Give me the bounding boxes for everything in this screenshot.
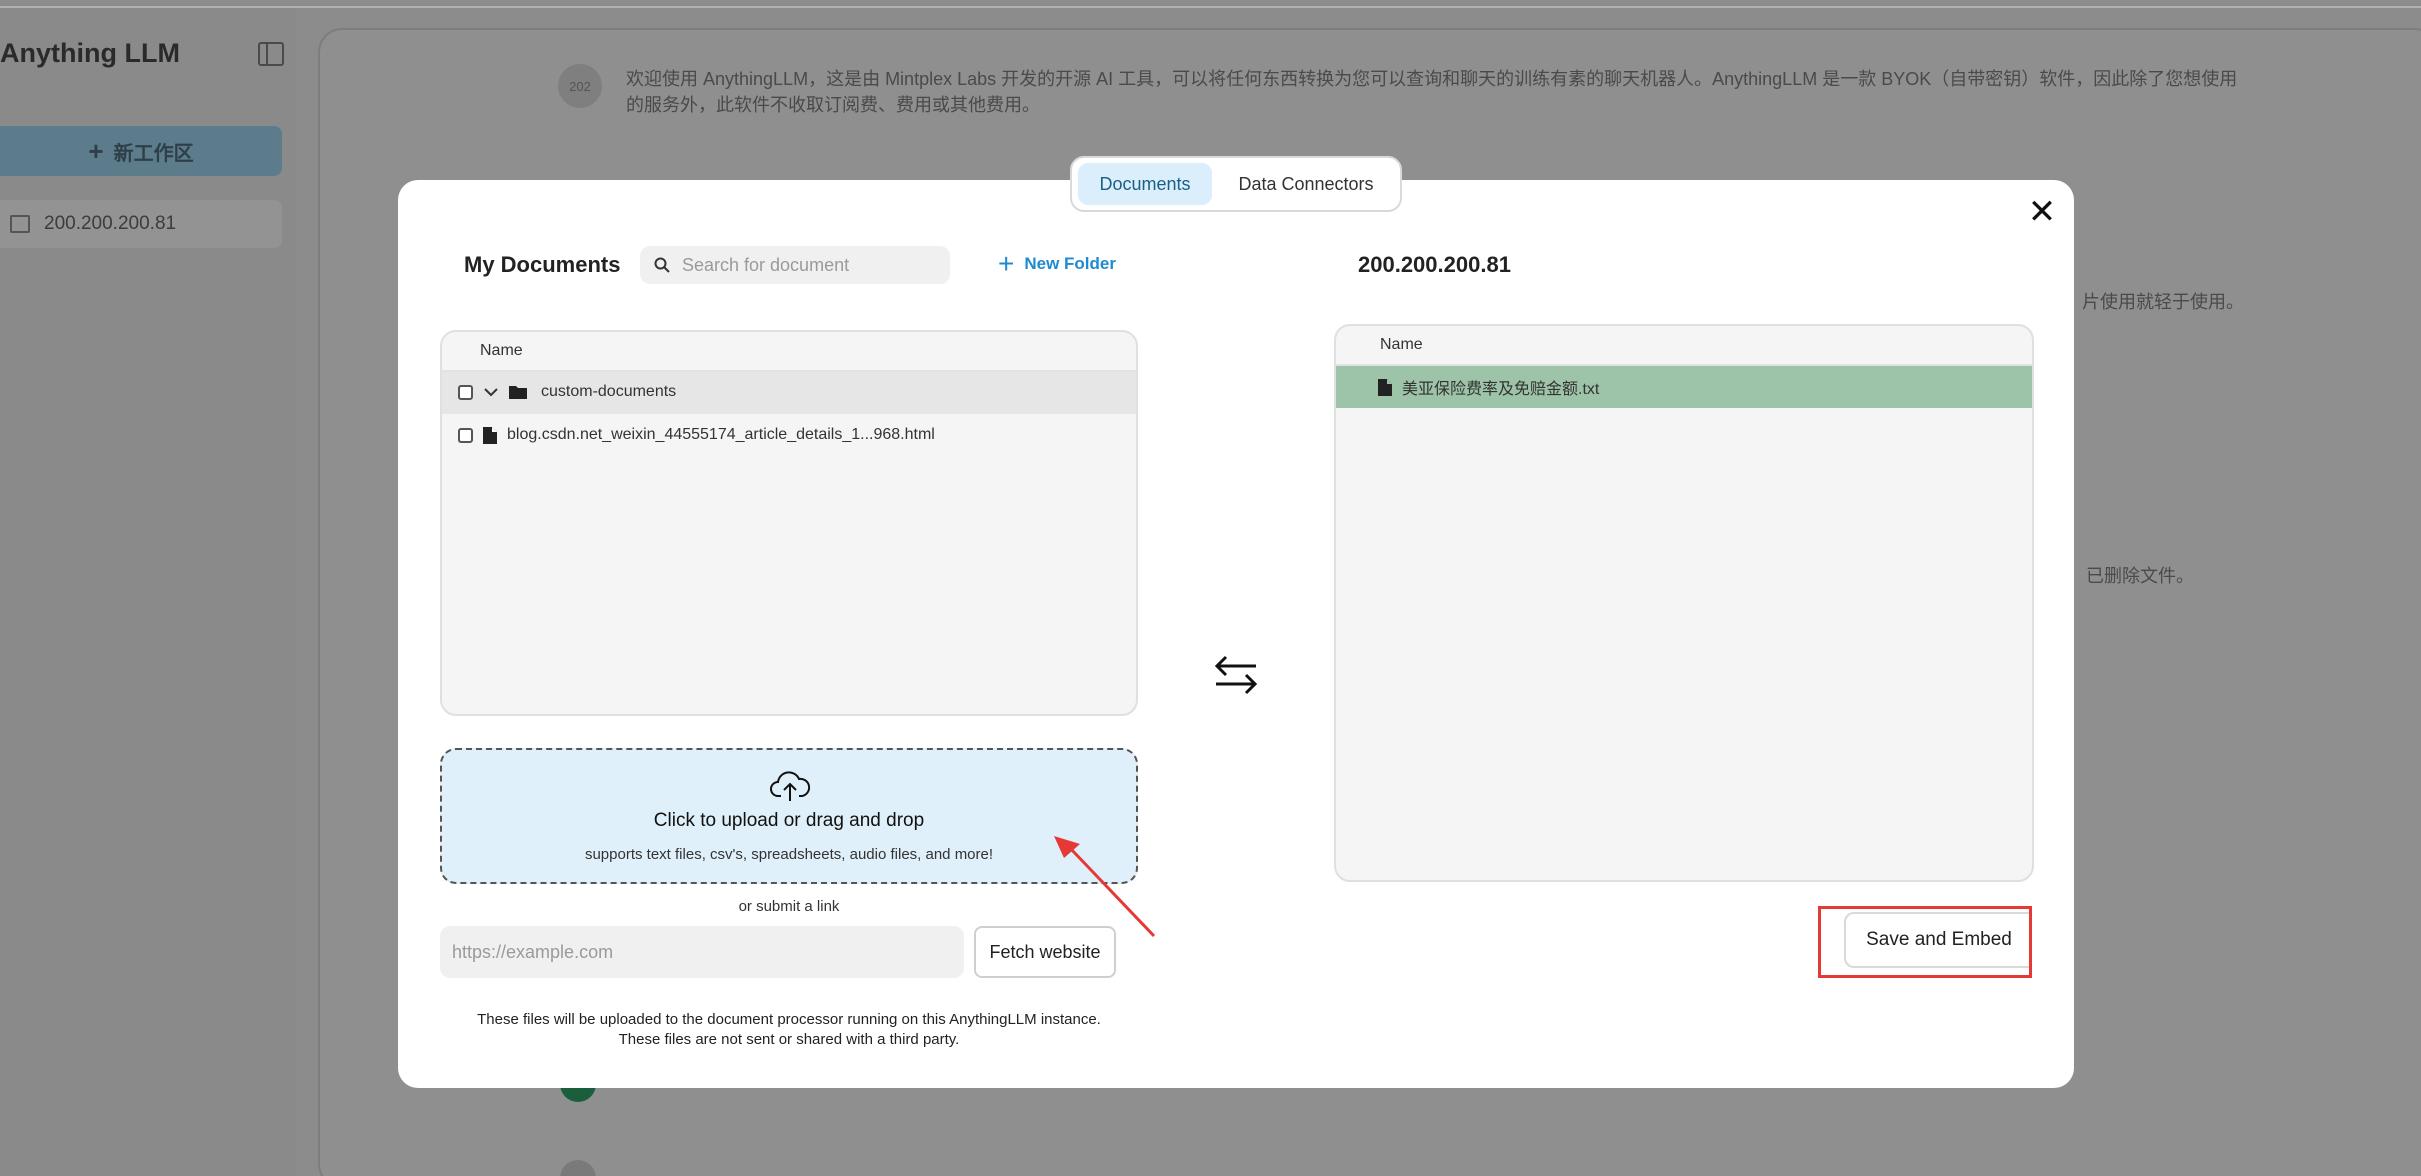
my-documents-list: Name custom-documents blog.csdn.net_weix… bbox=[440, 330, 1138, 716]
annotation-highlight-box bbox=[1818, 906, 2032, 978]
row-name: 美亚保险费率及免赔金额.txt bbox=[1402, 381, 1600, 398]
my-documents-title: My Documents bbox=[464, 252, 621, 277]
sidebar-collapse-icon[interactable] bbox=[258, 42, 284, 66]
tab-documents[interactable]: Documents bbox=[1078, 163, 1212, 205]
file-icon bbox=[1378, 378, 1392, 396]
document-search bbox=[640, 246, 950, 284]
upload-subtitle: supports text files, csv's, spreadsheets… bbox=[584, 846, 994, 863]
welcome-message: 欢迎使用 AnythingLLM，这是由 Mintplex Labs 开发的开源… bbox=[626, 69, 2238, 115]
workspace-title: 200.200.200.81 bbox=[1358, 252, 1511, 277]
column-header-name: Name bbox=[1336, 326, 2032, 366]
chat-fragment: 片使用就轻于使用。 bbox=[2082, 292, 2244, 312]
row-name: blog.csdn.net_weixin_44555174_article_de… bbox=[507, 426, 935, 443]
cloud-upload-icon bbox=[770, 771, 810, 801]
workspace-documents-list: Name 美亚保险费率及免赔金额.txt bbox=[1334, 324, 2034, 882]
upload-dropzone[interactable]: Click to upload or drag and drop support… bbox=[440, 748, 1138, 884]
column-header-name: Name bbox=[442, 332, 1136, 372]
table-row[interactable]: blog.csdn.net_weixin_44555174_article_de… bbox=[442, 414, 1136, 456]
file-icon bbox=[483, 426, 497, 444]
search-icon bbox=[654, 257, 670, 273]
new-folder-button[interactable]: + New Folder bbox=[998, 250, 1116, 278]
or-submit-link-label: or submit a link bbox=[738, 898, 840, 915]
folder-icon bbox=[509, 386, 527, 399]
annotation-arrow bbox=[1054, 836, 1156, 938]
chat-fragment: 已删除文件。 bbox=[2086, 566, 2194, 586]
modal-tabs: Documents Data Connectors bbox=[1070, 156, 1402, 212]
url-input[interactable] bbox=[440, 926, 964, 978]
new-workspace-button[interactable]: + 新工作区 bbox=[0, 126, 282, 176]
app-logo: Anything LLM bbox=[0, 38, 180, 68]
tab-data-connectors[interactable]: Data Connectors bbox=[1218, 163, 1394, 205]
sidebar: Anything LLM + 新工作区 200.200.200.81 bbox=[0, 8, 296, 1176]
plus-icon: + bbox=[88, 135, 104, 166]
chevron-down-icon[interactable] bbox=[483, 386, 499, 398]
table-row[interactable]: 美亚保险费率及免赔金额.txt bbox=[1336, 366, 2032, 408]
swap-arrows-icon[interactable] bbox=[1212, 652, 1260, 696]
plus-icon: + bbox=[998, 248, 1015, 279]
upload-disclaimer: These files will be uploaded to the docu… bbox=[477, 1011, 1101, 1048]
upload-title: Click to upload or drag and drop bbox=[653, 810, 925, 831]
table-row[interactable]: custom-documents bbox=[442, 372, 1136, 414]
search-input[interactable] bbox=[682, 254, 922, 276]
assistant-avatar: 202 bbox=[558, 64, 602, 108]
row-checkbox[interactable] bbox=[458, 427, 473, 443]
row-checkbox[interactable] bbox=[458, 384, 473, 400]
close-icon[interactable]: ✕ bbox=[2024, 194, 2060, 230]
row-name: custom-documents bbox=[541, 383, 677, 400]
workspace-icon bbox=[10, 215, 30, 233]
top-edge-line bbox=[0, 6, 2421, 8]
sidebar-item-workspace[interactable]: 200.200.200.81 bbox=[0, 200, 282, 248]
